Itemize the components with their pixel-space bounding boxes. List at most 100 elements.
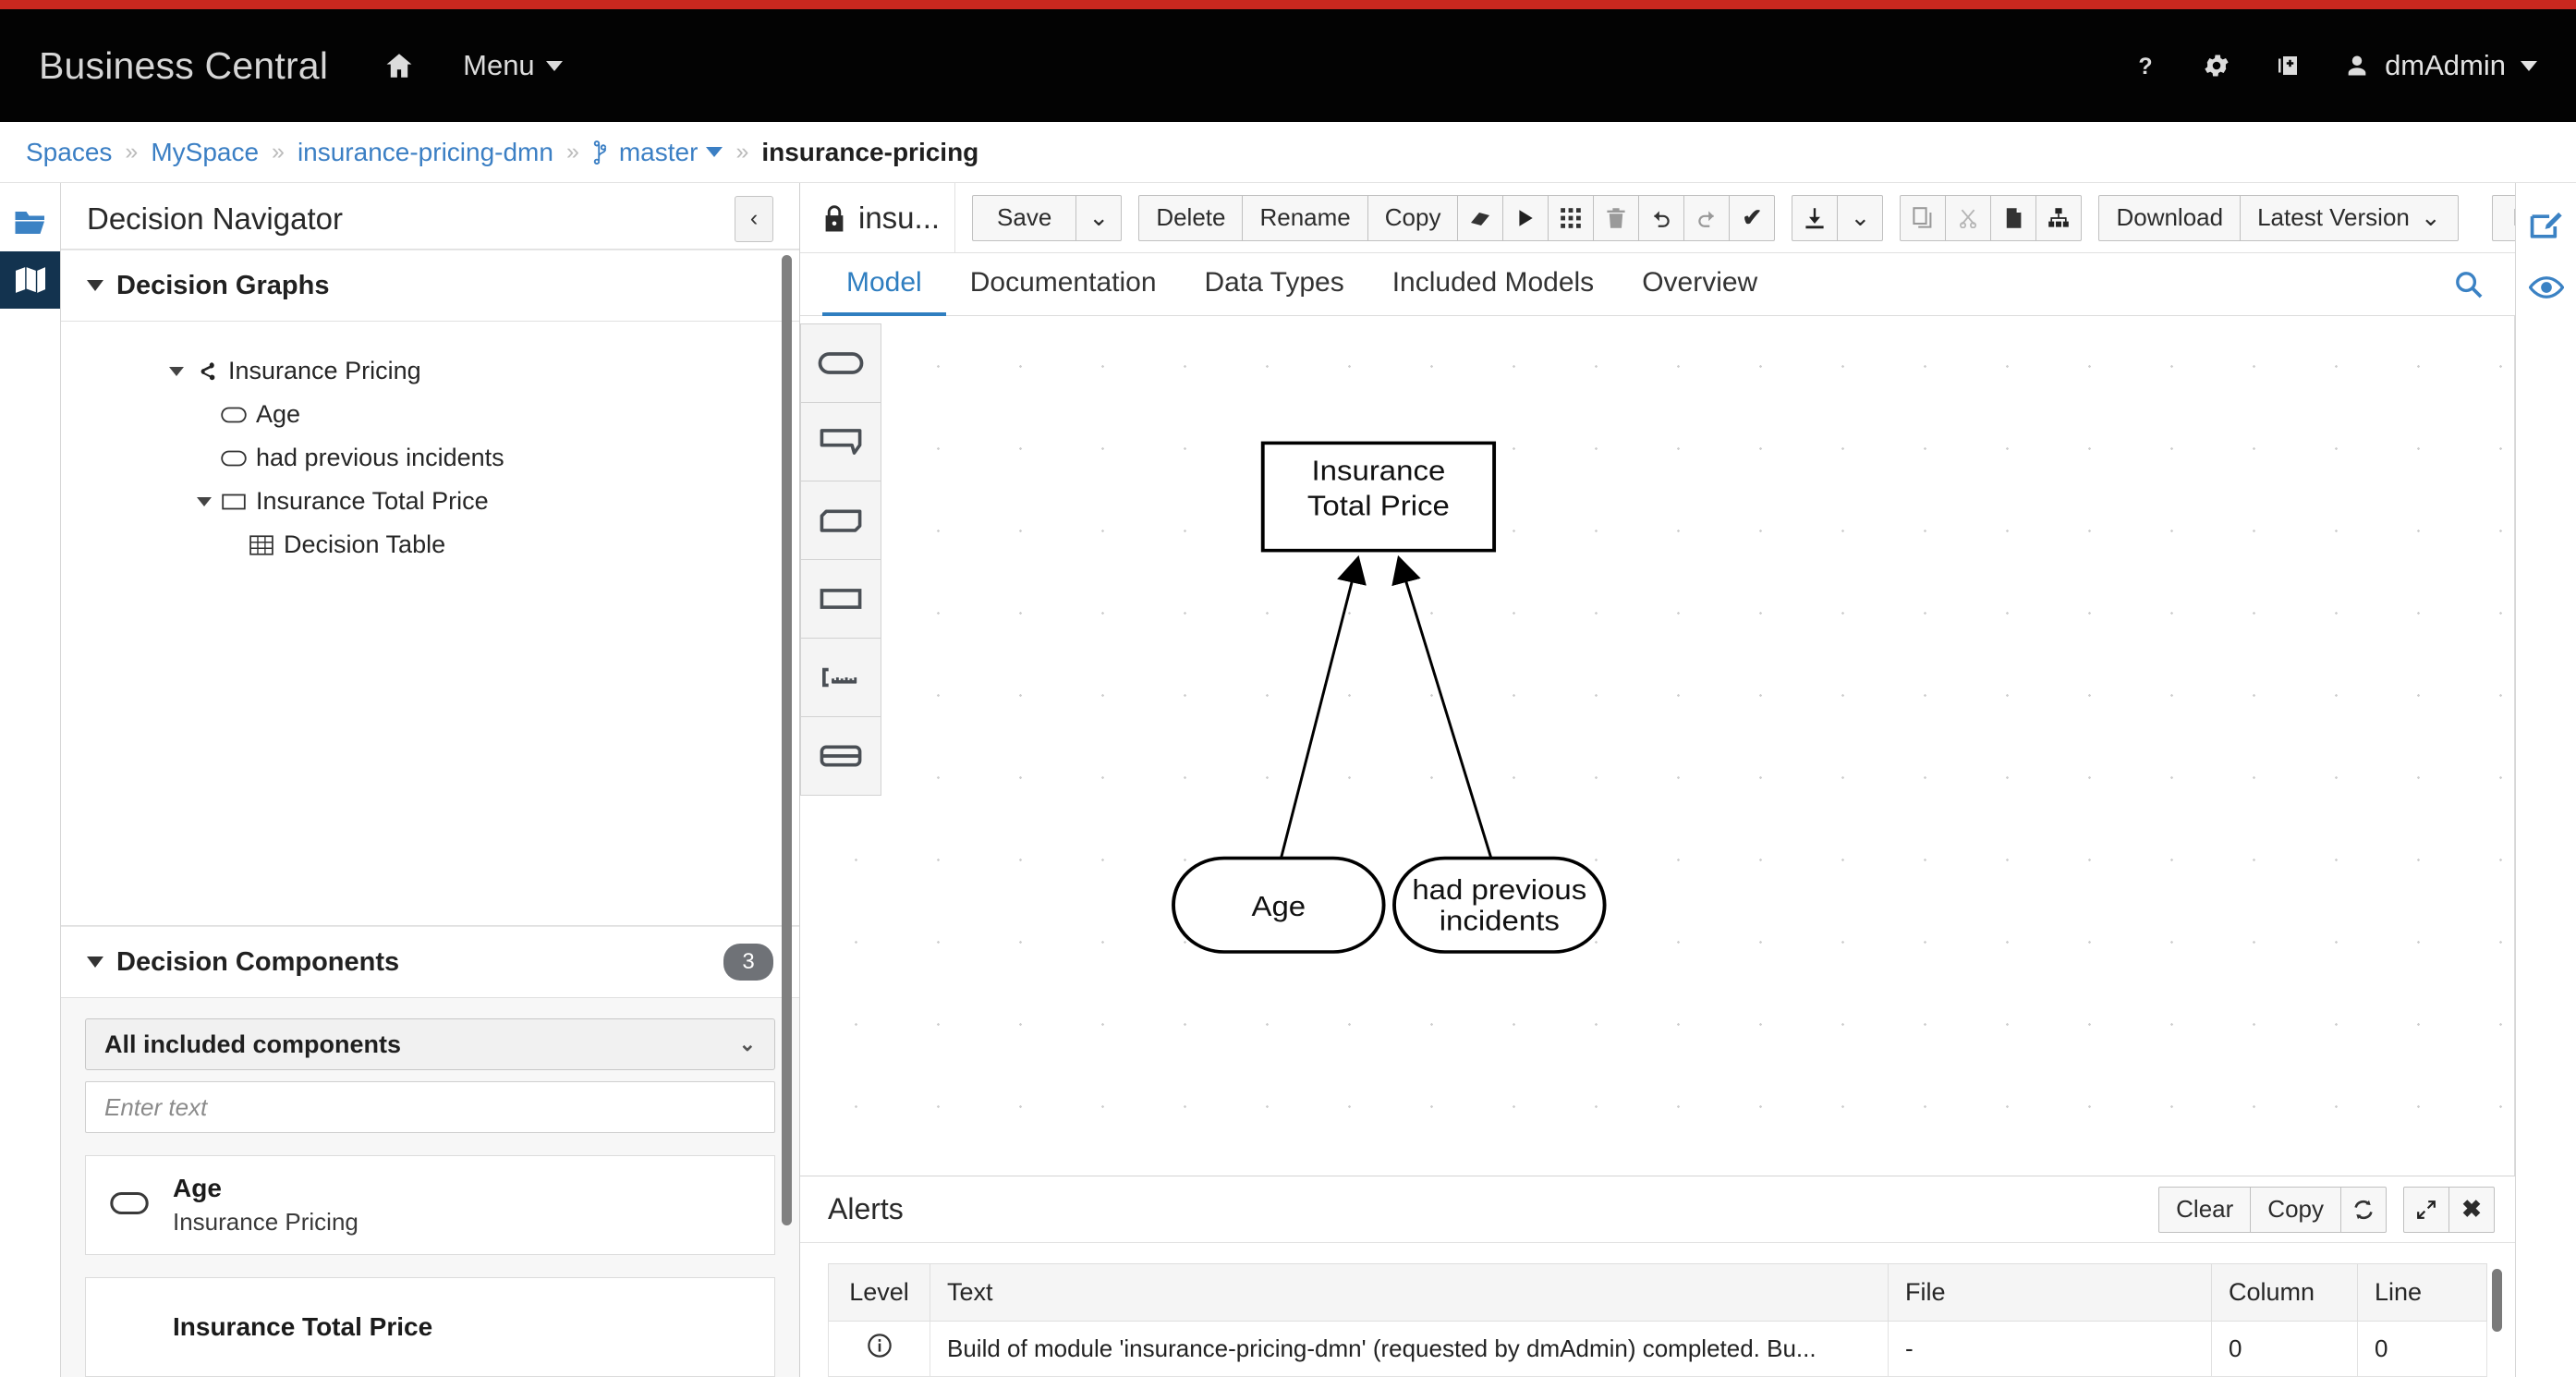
editor-toolbar: insu... Save ⌄ Delete Rename Copy xyxy=(800,183,2515,253)
caret-down-icon xyxy=(87,280,103,291)
right-rail xyxy=(2515,183,2576,1377)
column-header-text: Text xyxy=(930,1264,1889,1322)
alerts-panel: Alerts Clear Copy ✖ xyxy=(800,1176,2515,1377)
input-data-icon xyxy=(218,448,249,469)
trash-icon[interactable] xyxy=(1593,195,1639,241)
breadcrumb-branch-selector[interactable]: master xyxy=(592,138,723,167)
node-label-line1: Age xyxy=(1251,890,1306,922)
download-icon[interactable] xyxy=(1792,195,1838,241)
tree-item-insurance-total-price[interactable]: Insurance Total Price xyxy=(61,480,799,523)
eraser-icon[interactable] xyxy=(1457,195,1503,241)
briefcase-icon[interactable] xyxy=(2274,51,2302,80)
delete-button[interactable]: Delete xyxy=(1138,195,1243,241)
grid-icon[interactable] xyxy=(1548,195,1594,241)
validate-check-icon[interactable]: ✔ xyxy=(1729,195,1775,241)
cut-icon[interactable] xyxy=(1945,195,1991,241)
tab-documentation[interactable]: Documentation xyxy=(946,253,1181,316)
chevron-down-icon xyxy=(2521,61,2537,71)
navigator-scrollbar[interactable] xyxy=(782,255,792,1225)
app-brand-title: Business Central xyxy=(39,44,328,88)
redo-icon[interactable] xyxy=(1683,195,1730,241)
decision-graphs-section-header[interactable]: Decision Graphs xyxy=(61,250,799,322)
copy-button[interactable]: Copy xyxy=(1367,195,1459,241)
component-card-age[interactable]: Age Insurance Pricing xyxy=(85,1155,775,1255)
breadcrumb-project[interactable]: insurance-pricing-dmn xyxy=(298,138,553,167)
download-button[interactable]: Download xyxy=(2098,195,2241,241)
editor-action-group: Delete Rename Copy xyxy=(1138,195,1775,241)
knowledge-source-tool[interactable] xyxy=(800,638,881,717)
node-label-line2: Total Price xyxy=(1307,490,1450,522)
alerts-clear-button[interactable]: Clear xyxy=(2158,1187,2251,1233)
input-data-tool[interactable] xyxy=(800,323,881,403)
component-card-insurance-total-price[interactable]: Insurance Total Price xyxy=(85,1277,775,1377)
tree-item-insurance-pricing[interactable]: Insurance Pricing xyxy=(61,349,799,393)
main-menu-button[interactable]: Menu xyxy=(463,49,563,82)
tab-overview[interactable]: Overview xyxy=(1618,253,1781,316)
column-header-file: File xyxy=(1889,1264,2212,1322)
edit-pencil-icon[interactable] xyxy=(2516,196,2576,257)
component-card-name: Age xyxy=(173,1174,358,1203)
version-selector-button[interactable]: Latest Version ⌄ xyxy=(2240,195,2459,241)
save-button[interactable]: Save xyxy=(972,195,1076,241)
home-icon[interactable] xyxy=(383,50,415,81)
dmn-diagram[interactable]: Insurance Total Price Age had previous i… xyxy=(800,316,2514,1176)
copy-icon[interactable] xyxy=(1900,195,1946,241)
tab-included-models[interactable]: Included Models xyxy=(1368,253,1618,316)
hierarchy-icon[interactable] xyxy=(2035,195,2082,241)
components-filter-select[interactable]: All included components ⌄ xyxy=(85,1018,775,1070)
tree-item-had-previous-incidents[interactable]: had previous incidents xyxy=(61,436,799,480)
project-explorer-icon[interactable] xyxy=(0,194,60,251)
text-annotation-tool[interactable] xyxy=(800,402,881,481)
components-search-field[interactable] xyxy=(85,1081,775,1133)
tree-item-label: had previous incidents xyxy=(256,444,504,472)
collapse-panel-button[interactable]: ‹ xyxy=(735,196,773,242)
chevron-down-icon: ⌄ xyxy=(739,1032,756,1056)
map-icon[interactable] xyxy=(0,251,60,309)
lock-icon xyxy=(822,203,846,233)
decision-components-section-header[interactable]: Decision Components 3 xyxy=(61,926,799,998)
tab-data-types[interactable]: Data Types xyxy=(1181,253,1368,316)
rename-button[interactable]: Rename xyxy=(1242,195,1367,241)
undo-icon[interactable] xyxy=(1638,195,1684,241)
decision-service-tool[interactable] xyxy=(800,716,881,796)
breadcrumb-spaces[interactable]: Spaces xyxy=(26,138,112,167)
paste-icon[interactable] xyxy=(1990,195,2036,241)
play-icon[interactable] xyxy=(1502,195,1549,241)
tree-item-decision-table[interactable]: Decision Table xyxy=(61,523,799,567)
caret-down-icon[interactable] xyxy=(163,367,190,376)
tree-item-age[interactable]: Age xyxy=(61,393,799,436)
alerts-copy-button[interactable]: Copy xyxy=(2250,1187,2341,1233)
left-rail xyxy=(0,183,61,1377)
alerts-scrollbar[interactable] xyxy=(2492,1269,2502,1332)
question-mark-icon[interactable]: ? xyxy=(2132,50,2159,81)
preview-eye-icon[interactable] xyxy=(2516,257,2576,318)
alerts-title: Alerts xyxy=(828,1192,2158,1226)
tree-item-label: Decision Table xyxy=(284,530,445,559)
breadcrumb-separator: » xyxy=(125,139,138,165)
save-dropdown-chevron-down-icon[interactable]: ⌄ xyxy=(1075,195,1122,241)
breadcrumb-myspace[interactable]: MySpace xyxy=(151,138,259,167)
close-icon[interactable]: ✖ xyxy=(2448,1187,2495,1233)
save-button-group: Save ⌄ xyxy=(972,195,1122,241)
gear-icon[interactable] xyxy=(2202,51,2231,80)
tree-item-label: Insurance Total Price xyxy=(256,487,489,516)
decision-tool[interactable] xyxy=(800,559,881,639)
tab-model[interactable]: Model xyxy=(822,253,946,316)
table-row[interactable]: Build of module 'insurance-pricing-dmn' … xyxy=(829,1322,2487,1377)
download-chevron-down-icon[interactable]: ⌄ xyxy=(1837,195,1883,241)
user-menu-button[interactable]: dmAdmin xyxy=(2344,49,2537,82)
search-icon[interactable] xyxy=(2454,253,2515,315)
components-search-input[interactable] xyxy=(104,1093,756,1122)
caret-down-icon xyxy=(87,957,103,968)
dmn-node-input-age: Age xyxy=(1173,859,1384,952)
caret-down-icon[interactable] xyxy=(190,497,218,506)
breadcrumb: Spaces » MySpace » insurance-pricing-dmn… xyxy=(0,122,2576,183)
canvas-region: Insurance Total Price Age had previous i… xyxy=(800,316,2515,1176)
expand-icon[interactable] xyxy=(2403,1187,2449,1233)
alerts-table-header-row: Level Text File Column Line xyxy=(829,1264,2487,1322)
navigator-header: Decision Navigator ‹ xyxy=(61,189,799,250)
dmn-canvas[interactable]: Insurance Total Price Age had previous i… xyxy=(800,316,2515,1176)
node-label-line2: incidents xyxy=(1440,905,1560,937)
refresh-icon[interactable] xyxy=(2340,1187,2387,1233)
business-knowledge-model-tool[interactable] xyxy=(800,481,881,560)
